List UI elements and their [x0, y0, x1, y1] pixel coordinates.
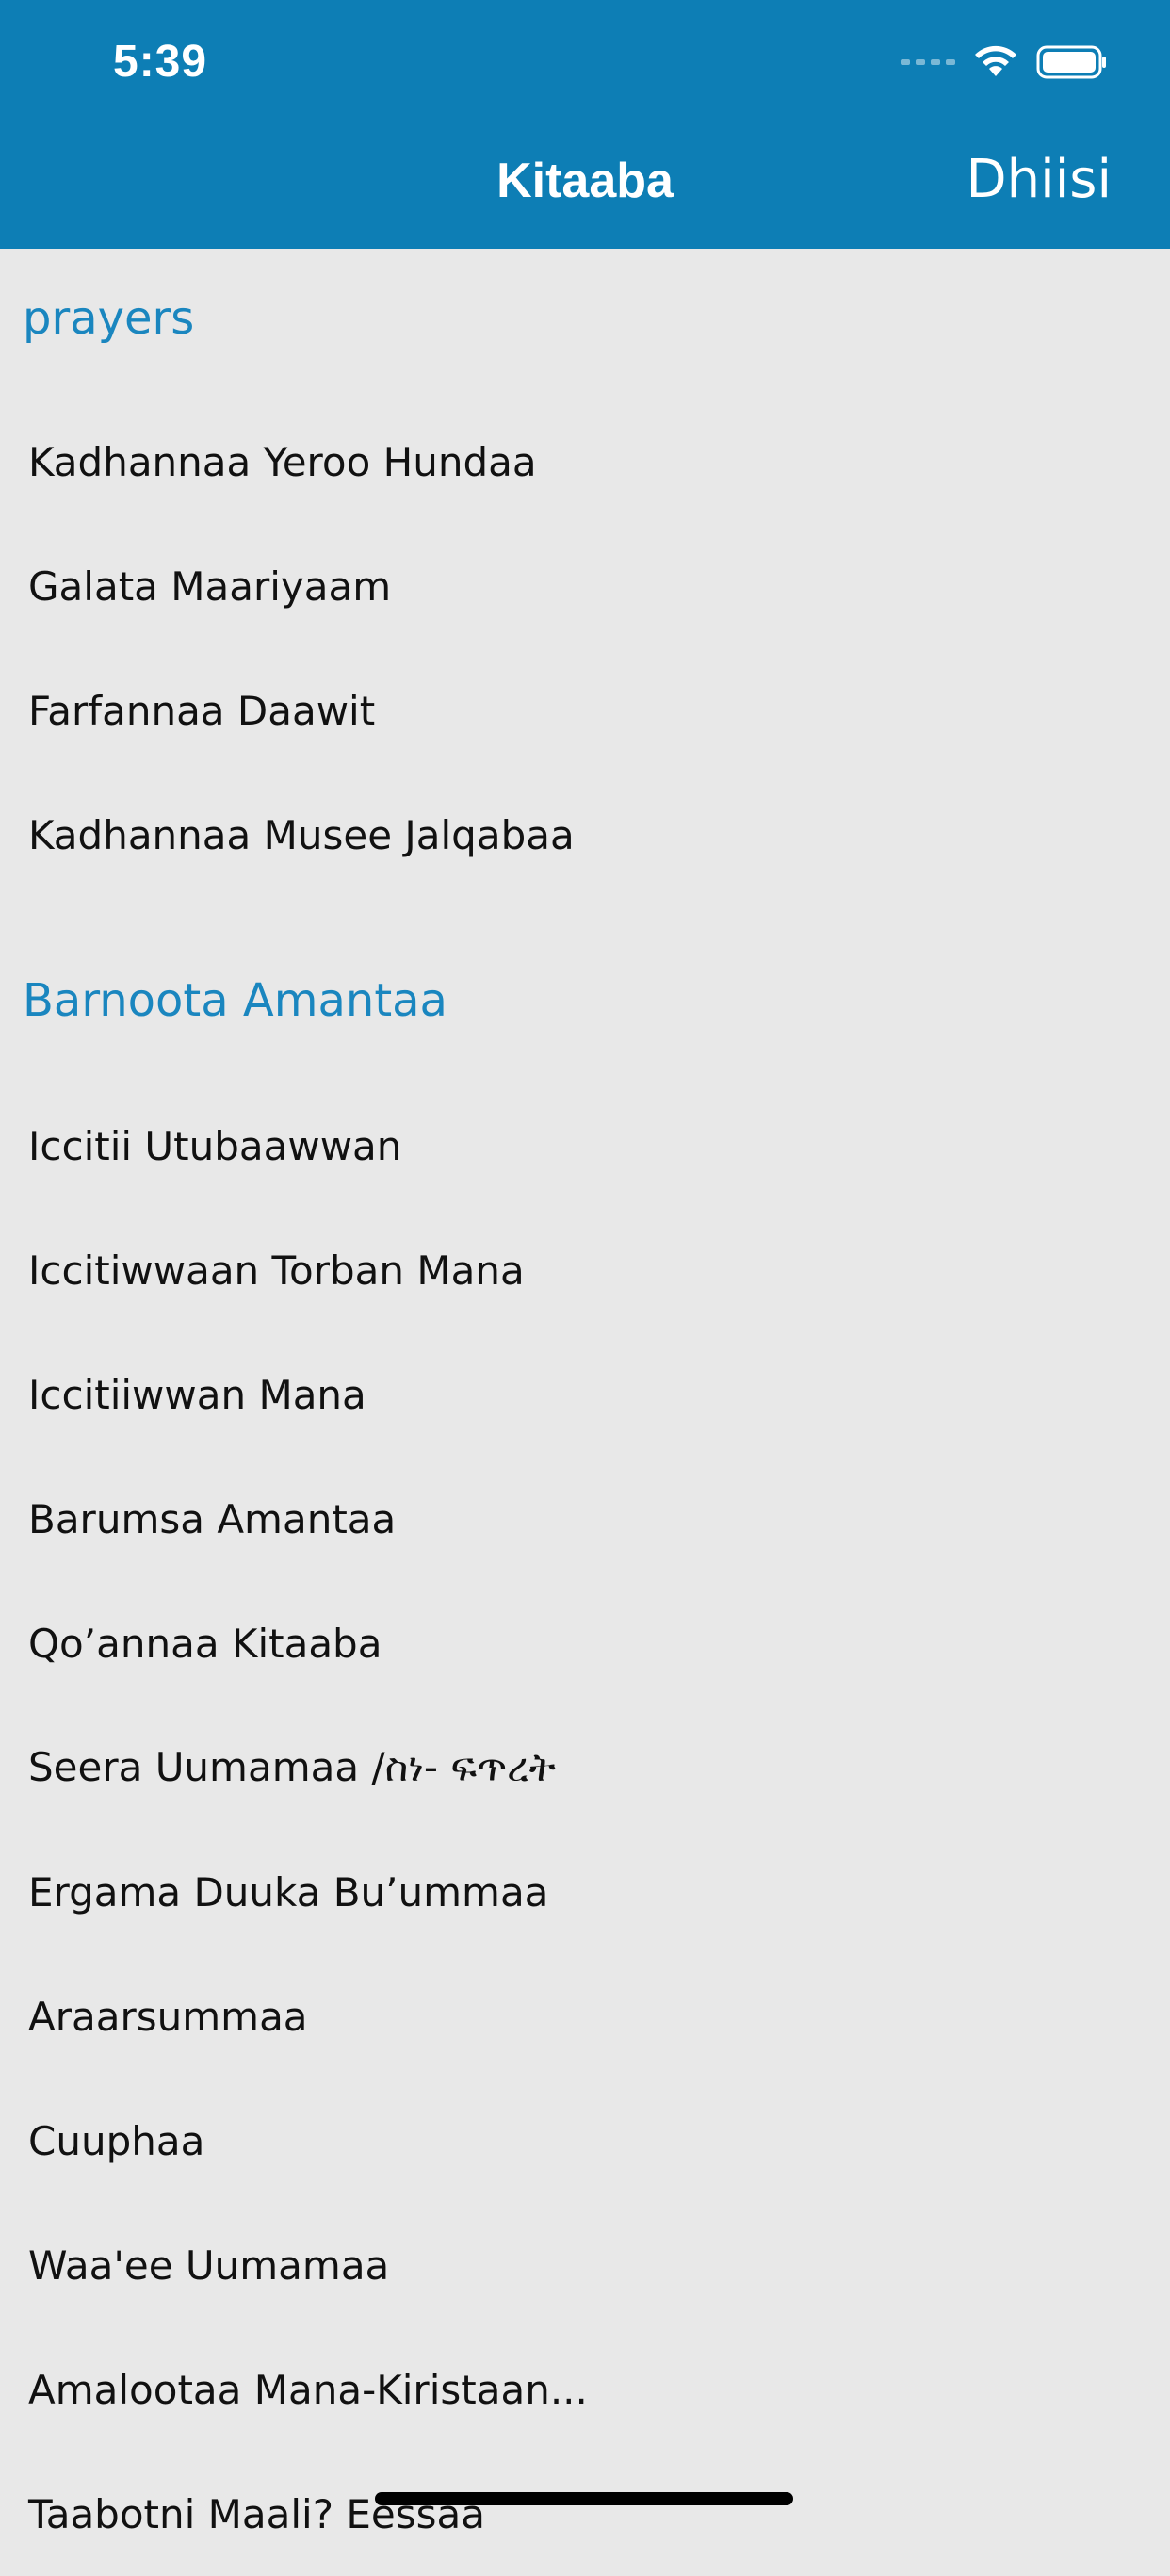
home-indicator[interactable] [375, 2492, 793, 2505]
list-item[interactable]: Kadhannaa Musee Jalqabaa [0, 773, 1170, 897]
list-item[interactable]: Araarsummaa [0, 1954, 1170, 2079]
list-item[interactable]: Iccitii Utubaawwan [0, 1084, 1170, 1208]
section-title-barnoota-amantaa: Barnoota Amantaa [23, 974, 447, 1027]
list-item[interactable]: Iccitiwwaan Torban Mana [0, 1208, 1170, 1332]
list-item[interactable]: Galata Maariyaam [0, 524, 1170, 648]
content-list: prayers Kadhannaa Yeroo Hundaa Galata Ma… [0, 249, 1170, 2576]
cellular-signal-icon [901, 59, 955, 65]
list-item[interactable]: Farfannaa Daawit [0, 648, 1170, 773]
list-item[interactable]: Iccitiiwwan Mana [0, 1332, 1170, 1457]
section-title-prayers: prayers [23, 292, 195, 345]
list-item[interactable]: Barumsa Amantaa [0, 1457, 1170, 1581]
list-item[interactable]: Seera Uumamaa /ስነ- ፍጥረት [0, 1705, 1170, 1830]
status-icons [901, 41, 1108, 83]
dhiisi-button[interactable]: Dhiisi [967, 149, 1112, 210]
list-item[interactable]: Cuuphaa [0, 2079, 1170, 2203]
list-item[interactable]: Qo’annaa Kitaaba [0, 1581, 1170, 1705]
list-item[interactable]: Taabotni Maali? Eessaa [0, 2452, 1170, 2576]
navigation-header: 5:39 Kitaaba Dhiisi [0, 0, 1170, 249]
wifi-icon [975, 45, 1016, 76]
list-item[interactable]: Kadhannaa Yeroo Hundaa [0, 399, 1170, 524]
list-item[interactable]: Amalootaa Mana-Kiristaan... [0, 2327, 1170, 2452]
battery-icon [1036, 45, 1106, 79]
list-item[interactable]: Ergama Duuka Bu’ummaa [0, 1830, 1170, 1954]
status-time: 5:39 [113, 37, 208, 87]
list-item[interactable]: Waa'ee Uumamaa [0, 2203, 1170, 2327]
